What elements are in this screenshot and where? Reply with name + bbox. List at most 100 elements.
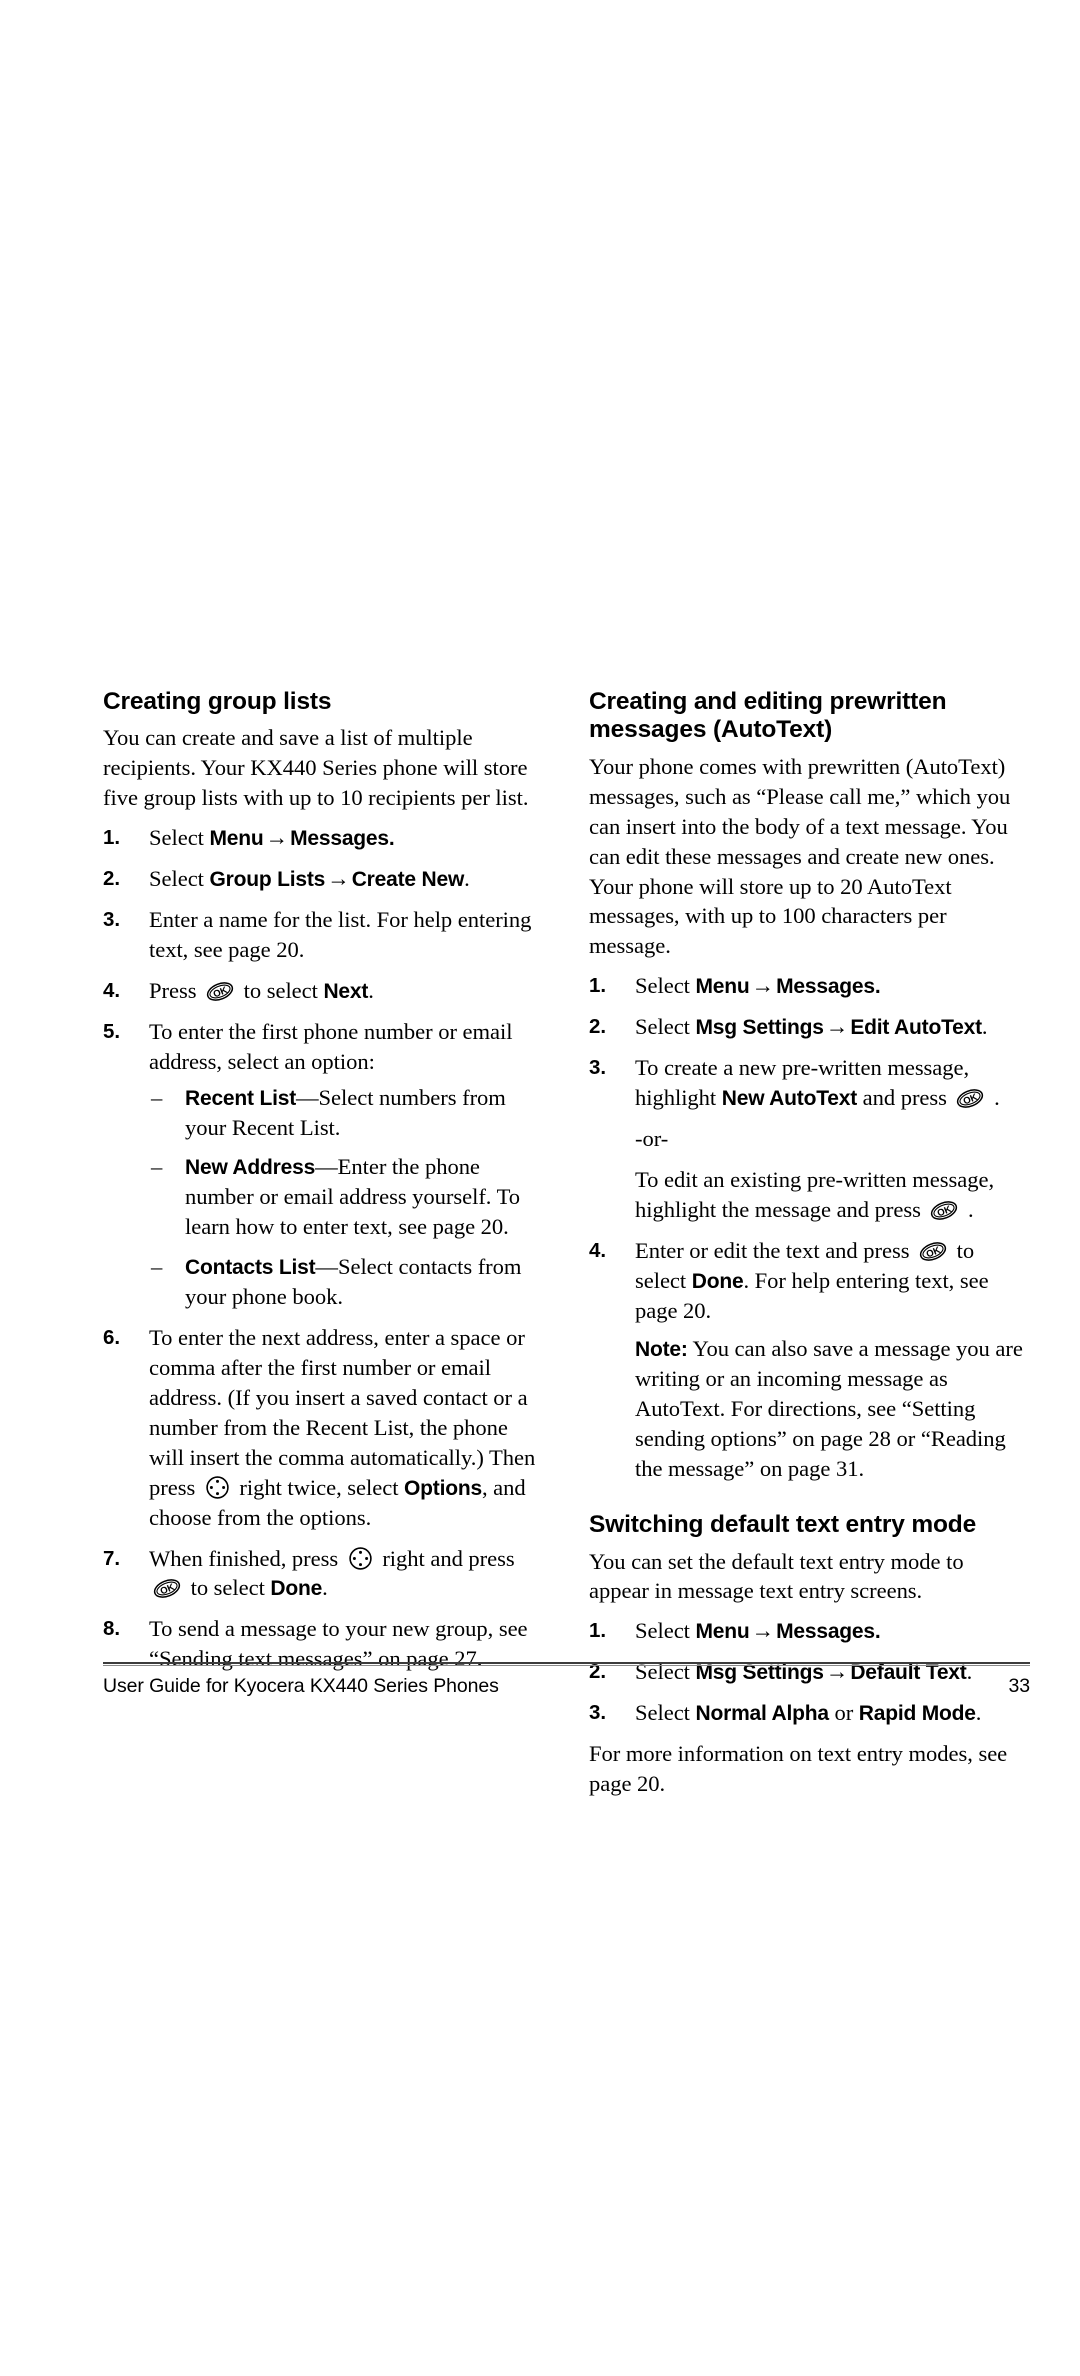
ui-term: Edit AutoText bbox=[850, 1016, 982, 1040]
step-item: 3. To create a new pre-written message, h… bbox=[589, 1053, 1029, 1225]
step-text-pre: Select bbox=[635, 1700, 696, 1726]
step-number: 4. bbox=[103, 978, 120, 1002]
step-text-post: . bbox=[975, 1700, 982, 1726]
ui-term: Messages. bbox=[776, 1620, 881, 1644]
page-number: 33 bbox=[1008, 1675, 1031, 1697]
step-number: 2. bbox=[589, 1015, 606, 1039]
ui-term: New Address bbox=[185, 1156, 316, 1180]
step-text-post: . bbox=[988, 1085, 1000, 1111]
section-heading-autotext: Creating and editing prewritten messages… bbox=[589, 688, 947, 744]
step-text-post: . bbox=[464, 866, 470, 892]
step-item: 5. To enter the first phone number or ema… bbox=[103, 1017, 543, 1312]
step-text-mid: right and press bbox=[376, 1545, 515, 1571]
step-text-pre: Select bbox=[635, 1014, 696, 1040]
ui-term: Menu bbox=[209, 827, 264, 851]
step-number: 6. bbox=[103, 1326, 120, 1350]
intro-paragraph-autotext: Your phone comes with prewritten (AutoTe… bbox=[589, 753, 1011, 959]
step-text-mid2: to select bbox=[185, 1575, 271, 1601]
step-text-pre: Select bbox=[149, 825, 210, 851]
arrow-glyph: → bbox=[825, 1014, 849, 1040]
step-number: 1. bbox=[589, 1619, 606, 1643]
page-footer: User Guide for Kyocera KX440 Series Phon… bbox=[103, 1662, 1030, 1698]
step-number: 5. bbox=[103, 1019, 120, 1043]
ok-key-icon: OK bbox=[955, 1087, 985, 1108]
ui-term: Contacts List bbox=[185, 1256, 316, 1280]
alt-text-post: . bbox=[962, 1196, 974, 1222]
step-number: 8. bbox=[103, 1617, 120, 1641]
step-text: To enter the first phone number or email… bbox=[149, 1018, 513, 1074]
footer-rule-thin bbox=[103, 1665, 1030, 1666]
steps-list-group-lists: 1. Select Menu→Messages. 2. Select Group L… bbox=[103, 823, 543, 1674]
ok-key-icon: OK bbox=[152, 1577, 182, 1599]
step-text-mid: right twice, select bbox=[233, 1474, 405, 1500]
alternate-instruction: To edit an existing pre-written message,… bbox=[635, 1165, 1029, 1225]
step-text: Enter a name for the list. For help ente… bbox=[149, 907, 532, 962]
step-item: 4. Press OK to select Next. bbox=[103, 976, 543, 1006]
ui-term: Next bbox=[323, 979, 369, 1003]
sub-option-item: – Contacts List—Select contacts from your… bbox=[149, 1252, 543, 1312]
step-number: 3. bbox=[589, 1056, 606, 1080]
note-text: You can also save a message you are writ… bbox=[635, 1336, 1023, 1482]
step-text-conj: or bbox=[828, 1700, 859, 1726]
note-block: Note: You can also save a message you ar… bbox=[635, 1334, 1029, 1484]
or-separator-label: -or- bbox=[635, 1125, 669, 1151]
svg-text:OK: OK bbox=[936, 1204, 953, 1220]
step-number: 1. bbox=[103, 826, 120, 850]
step-number: 3. bbox=[103, 908, 120, 932]
step-item: 3. Enter a name for the list. For help en… bbox=[103, 905, 543, 965]
ui-term: Options bbox=[404, 1476, 482, 1500]
sub-option-item: – Recent List—Select numbers from your Re… bbox=[149, 1083, 543, 1143]
ui-term: New AutoText bbox=[721, 1087, 858, 1111]
step-text-mid: to select bbox=[238, 977, 324, 1003]
steps-list-autotext: 1. Select Menu→Messages. 2. Select Msg Set… bbox=[589, 971, 1029, 1484]
step-text-mid: and press bbox=[857, 1085, 953, 1111]
ui-term: Recent List bbox=[185, 1086, 296, 1110]
step-text-post: . bbox=[981, 1014, 988, 1040]
ui-term: Messages. bbox=[290, 827, 395, 851]
intro-paragraph-text-entry-mode: You can set the default text entry mode … bbox=[589, 1548, 964, 1604]
footer-rule bbox=[103, 1662, 1030, 1664]
ui-term: Msg Settings bbox=[695, 1016, 824, 1040]
ok-key-icon: OK bbox=[205, 980, 235, 1001]
ui-term: Create New bbox=[351, 868, 465, 892]
step-text-post: . bbox=[322, 1575, 328, 1601]
step-text-pre: Select bbox=[149, 866, 210, 892]
dash-bullet: – bbox=[151, 1254, 163, 1280]
svg-text:OK: OK bbox=[962, 1092, 979, 1108]
note-label: Note: bbox=[635, 1338, 688, 1362]
step-text-pre: Select bbox=[635, 1618, 696, 1644]
svg-text:OK: OK bbox=[212, 985, 229, 1001]
step-item: 6. To enter the next address, enter a spa… bbox=[103, 1323, 543, 1532]
step-text-pre: When finished, press bbox=[149, 1545, 344, 1571]
ui-term: Done bbox=[270, 1577, 323, 1601]
arrow-glyph: → bbox=[265, 825, 289, 851]
intro-paragraph-group-lists: You can create and save a list of multip… bbox=[103, 725, 529, 811]
document-page: Creating group lists You can create and … bbox=[0, 0, 1080, 2376]
sub-option-item: – New Address—Enter the phone number or e… bbox=[149, 1152, 543, 1242]
step-item: 1. Select Menu→Messages. bbox=[589, 1616, 1029, 1646]
step-item: 4. Enter or edit the text and press OK to… bbox=[589, 1236, 1029, 1484]
step-item: 1. Select Menu→Messages. bbox=[589, 971, 1029, 1001]
dash-bullet: – bbox=[151, 1154, 163, 1180]
sub-option-list: – Recent List—Select numbers from your Re… bbox=[149, 1083, 543, 1312]
step-item: 3. Select Normal Alpha or Rapid Mode. bbox=[589, 1698, 1029, 1728]
ui-term: Rapid Mode bbox=[858, 1702, 976, 1726]
step-number: 2. bbox=[103, 867, 120, 891]
navigation-key-icon bbox=[205, 1475, 230, 1500]
section-heading-creating-group-lists: Creating group lists bbox=[103, 688, 332, 715]
dash-bullet: – bbox=[151, 1084, 163, 1110]
step-item: 1. Select Menu→Messages. bbox=[103, 823, 543, 853]
svg-text:OK: OK bbox=[925, 1245, 942, 1261]
two-column-content: Creating group lists You can create and … bbox=[103, 688, 1030, 1809]
footer-title: User Guide for Kyocera KX440 Series Phon… bbox=[103, 1675, 499, 1697]
arrow-glyph: → bbox=[327, 866, 350, 892]
step-text-pre: Press bbox=[149, 977, 203, 1003]
step-number: 7. bbox=[103, 1546, 120, 1570]
step-number: 1. bbox=[589, 974, 606, 998]
right-column: Creating and editing prewritten messages… bbox=[589, 688, 1029, 1809]
ui-term: Group Lists bbox=[209, 868, 326, 892]
ok-key-icon: OK bbox=[929, 1199, 959, 1220]
ok-key-icon: OK bbox=[918, 1240, 948, 1261]
ui-term: Messages. bbox=[776, 975, 881, 999]
closing-paragraph: For more information on text entry modes… bbox=[589, 1741, 1008, 1797]
